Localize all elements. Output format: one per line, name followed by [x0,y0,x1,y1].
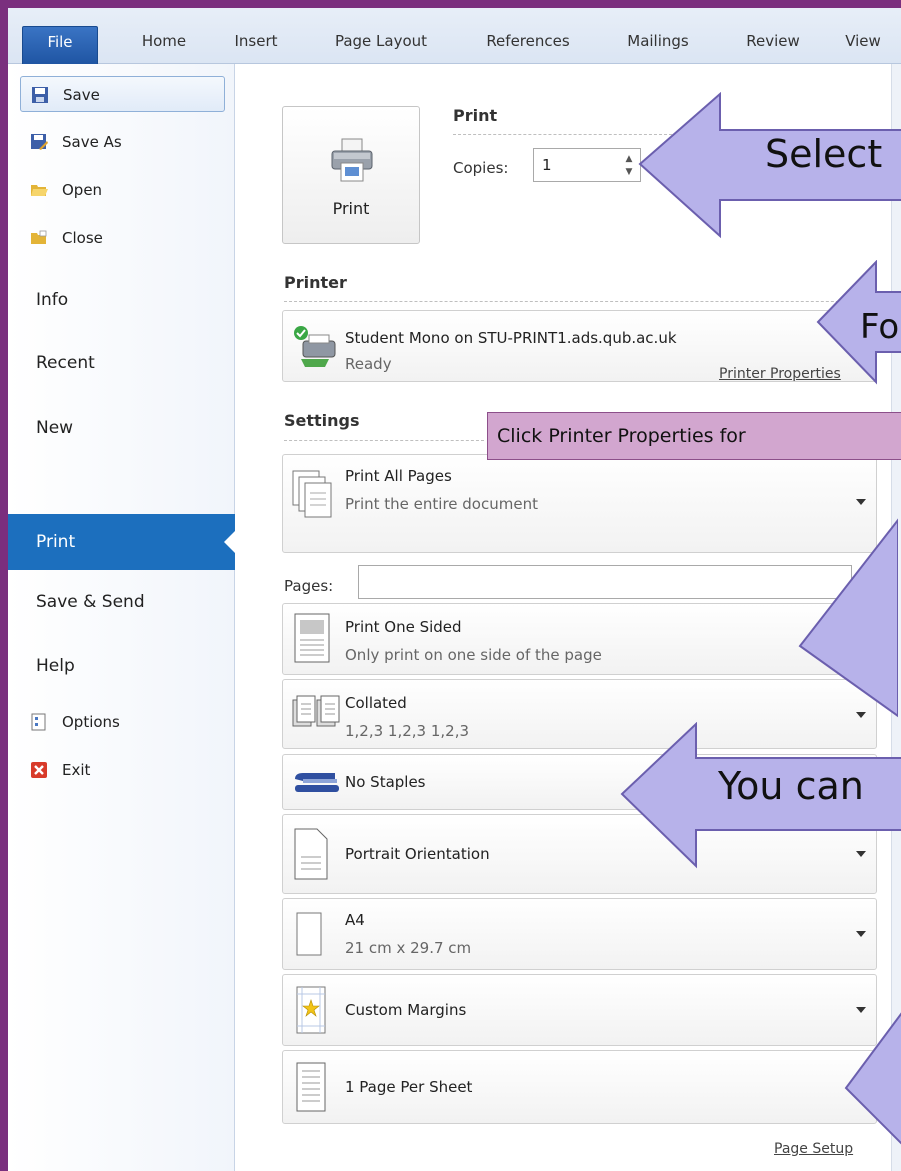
tab-mailings[interactable]: Mailings [618,26,698,64]
callout-arrow-page-setup [844,1012,901,1145]
staples-title: No Staples [345,773,426,791]
print-button-label: Print [332,199,370,218]
nav-save[interactable]: Save [20,76,225,112]
nav-close-label: Close [62,229,103,247]
save-icon [32,87,48,103]
copies-value: 1 [542,156,552,174]
nav-exit-label: Exit [62,761,91,779]
printer-name: Student Mono on STU-PRINT1.ads.qub.ac.uk [345,329,677,347]
nav-new[interactable]: New [8,404,234,452]
options-icon [31,713,46,731]
print-range-title: Print All Pages [345,467,452,485]
nav-info[interactable]: Info [8,276,234,324]
selected-notch [224,530,236,554]
settings-divider [284,440,484,441]
collation-title: Collated [345,694,407,712]
callout-note-text: Click Printer Properties for [497,425,746,447]
print-range-select[interactable]: Print All Pages Print the entire documen… [282,454,877,553]
collation-sub: 1,2,3 1,2,3 1,2,3 [345,722,470,740]
backstage-nav: Save Save As Open Close Info Recent New … [8,64,236,1171]
callout-fo-text: Fo [860,307,900,347]
print-range-sub: Print the entire document [345,495,538,513]
save-as-icon [31,134,48,150]
tab-view[interactable]: View [838,26,888,64]
paper-size-select[interactable]: A4 21 cm x 29.7 cm [282,898,877,970]
tab-references[interactable]: References [478,26,578,64]
nav-print[interactable]: Print [8,514,236,570]
open-folder-icon [31,185,48,196]
page-per-sheet-icon [296,1062,326,1112]
settings-section-title: Settings [284,411,360,430]
print-all-pages-icon [292,470,332,518]
nav-save-label: Save [63,86,100,104]
copies-stepper[interactable]: 1 ▲ ▼ [533,148,641,182]
nav-open[interactable]: Open [20,172,225,208]
callout-arrow-settings [798,518,898,718]
tab-home[interactable]: Home [134,26,194,64]
nav-print-label: Print [36,532,76,552]
callout-you-can-text: You can [718,764,864,808]
portrait-page-icon [294,828,328,880]
nav-open-label: Open [62,181,103,199]
copies-down-icon[interactable]: ▼ [622,165,636,179]
callout-note-box: Click Printer Properties for [487,412,901,460]
nav-help[interactable]: Help [8,642,234,690]
callout-select-text: Select [765,132,883,176]
word-window: File Home Insert Page Layout References … [8,8,901,1171]
paper-size-sub: 21 cm x 29.7 cm [345,939,472,957]
margins-select[interactable]: Custom Margins [282,974,877,1046]
copies-up-icon[interactable]: ▲ [622,152,636,166]
tab-file[interactable]: File [22,26,98,64]
sides-select[interactable]: Print One Sided Only print on one side o… [282,603,877,675]
nav-save-as[interactable]: Save As [20,124,225,160]
nav-close[interactable]: Close [20,220,225,256]
paper-size-title: A4 [345,911,365,929]
orientation-title: Portrait Orientation [345,845,490,863]
pages-per-sheet-select[interactable]: 1 Page Per Sheet [282,1050,877,1124]
copies-label: Copies: [453,159,509,177]
ribbon-tab-bar: File Home Insert Page Layout References … [8,8,901,64]
sides-title: Print One Sided [345,618,462,636]
page-setup-link[interactable]: Page Setup [774,1141,853,1157]
chevron-down-icon [856,931,866,937]
custom-margins-icon [296,986,326,1034]
pages-label: Pages: [284,577,334,595]
collated-icon [292,695,340,727]
nav-save-send[interactable]: Save & Send [8,578,234,626]
close-folder-icon [31,230,47,244]
nav-exit[interactable]: Exit [20,752,225,788]
nav-recent[interactable]: Recent [8,339,234,387]
tab-insert[interactable]: Insert [226,26,286,64]
printer-ready-icon [294,326,336,367]
tab-review[interactable]: Review [738,26,808,64]
paper-size-icon [296,912,322,956]
nav-options[interactable]: Options [20,704,225,740]
stapler-icon [295,773,339,792]
sides-sub: Only print on one side of the page [345,646,602,664]
printer-status: Ready [345,355,392,373]
margins-title: Custom Margins [345,1001,467,1019]
nav-options-label: Options [62,713,120,731]
print-button[interactable]: Print [282,106,420,244]
exit-icon [31,762,47,778]
printer-divider [284,301,874,302]
pages-per-sheet-title: 1 Page Per Sheet [345,1078,473,1096]
pages-input[interactable] [358,565,852,599]
nav-save-as-label: Save As [62,133,122,151]
print-section-title: Print [453,106,498,125]
printer-icon [331,138,373,182]
one-sided-icon [294,613,330,663]
chevron-down-icon [856,499,866,505]
tab-page-layout[interactable]: Page Layout [326,26,436,64]
printer-section-title: Printer [284,273,347,292]
